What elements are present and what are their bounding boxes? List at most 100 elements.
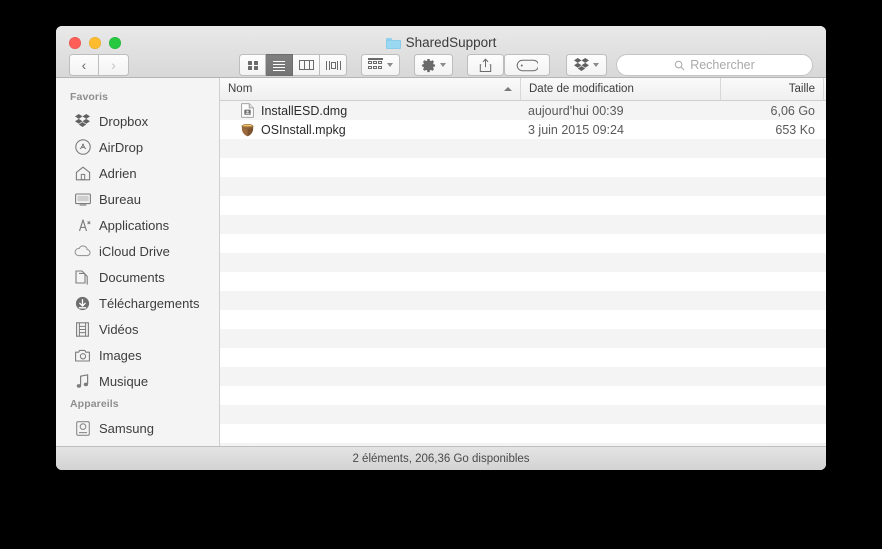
file-size-cell: 653 Ko — [775, 122, 815, 137]
gear-icon — [421, 58, 436, 72]
action-button[interactable] — [414, 54, 453, 76]
dropbox-button[interactable] — [566, 54, 607, 76]
status-bar: 2 éléments, 206,36 Go disponibles — [56, 446, 826, 470]
list-icon — [272, 60, 286, 71]
table-row — [220, 367, 826, 386]
sidebar-item-label: Images — [99, 347, 142, 363]
sidebar-item-label: Dropbox — [99, 113, 149, 129]
share-button[interactable] — [467, 54, 504, 76]
sidebar-item-icloud-drive[interactable]: iCloud Drive — [56, 238, 219, 264]
sort-ascending-icon — [504, 87, 512, 91]
search-field[interactable]: Rechercher — [616, 54, 813, 76]
forward-button[interactable]: › — [99, 54, 129, 76]
tag-icon — [516, 59, 538, 71]
sidebar: Favoris Dropbox AirDrop Adrien Bureau Ap… — [56, 78, 220, 446]
list-view-button[interactable] — [266, 54, 293, 76]
music-note-icon — [74, 373, 91, 390]
sidebar-item-dropbox[interactable]: Dropbox — [56, 108, 219, 134]
table-row[interactable]: OSInstall.mpkg 3 juin 2015 09:24 653 Ko … — [220, 120, 826, 139]
status-text: 2 éléments, 206,36 Go disponibles — [352, 452, 530, 465]
table-row — [220, 329, 826, 348]
table-row — [220, 386, 826, 405]
movie-icon — [74, 321, 91, 338]
sidebar-item-musique[interactable]: Musique — [56, 368, 219, 394]
table-row — [220, 424, 826, 443]
camera-icon — [74, 347, 91, 364]
sidebar-item-label: Téléchargements — [99, 295, 200, 311]
column-header-label: Taille — [788, 83, 815, 95]
sidebar-item-label: Bureau — [99, 191, 141, 207]
desktop-icon — [74, 191, 91, 208]
sidebar-item-airdrop[interactable]: AirDrop — [56, 134, 219, 160]
table-row — [220, 139, 826, 158]
sidebar-item-applications[interactable]: Applications — [56, 212, 219, 238]
window-title: SharedSupport — [56, 35, 826, 50]
sidebar-item-label: Adrien — [99, 165, 137, 181]
column-header-label: Date de modification — [529, 83, 634, 95]
file-size-cell: 6,06 Go — [770, 103, 815, 118]
blue-folder-icon — [385, 37, 401, 49]
view-mode-switcher — [239, 54, 347, 76]
file-name: OSInstall.mpkg — [261, 122, 346, 137]
chevron-down-icon — [387, 63, 393, 67]
finder-window: SharedSupport ‹ › Rechercher Favoris Dro… — [56, 26, 826, 470]
coverflow-view-button[interactable] — [320, 54, 347, 76]
table-row — [220, 253, 826, 272]
downloads-icon — [74, 295, 91, 312]
applications-icon — [74, 217, 91, 234]
share-icon — [479, 58, 492, 72]
disk-image-icon — [241, 103, 254, 118]
table-row — [220, 158, 826, 177]
file-date-cell: aujourd'hui 00:39 — [528, 103, 624, 118]
column-headers: Nom Date de modification Taille Typ — [220, 78, 826, 101]
package-icon — [241, 123, 254, 137]
coverflow-icon — [326, 60, 341, 71]
table-row — [220, 348, 826, 367]
icon-view-button[interactable] — [239, 54, 266, 76]
sidebar-item-documents[interactable]: Documents — [56, 264, 219, 290]
chevron-left-icon: ‹ — [81, 57, 87, 73]
column-view-button[interactable] — [293, 54, 320, 76]
table-row — [220, 405, 826, 424]
sidebar-item-samsung[interactable]: Samsung — [56, 415, 219, 441]
back-button[interactable]: ‹ — [69, 54, 99, 76]
column-header-taille[interactable]: Taille — [720, 78, 823, 100]
title-bar: SharedSupport ‹ › Rechercher — [56, 26, 826, 78]
search-placeholder: Rechercher — [690, 58, 755, 72]
sidebar-item-images[interactable]: Images — [56, 342, 219, 368]
dropbox-icon — [574, 58, 589, 71]
chevron-down-icon — [593, 63, 599, 67]
sidebar-item-label: iCloud Drive — [99, 243, 170, 259]
dropbox-icon — [74, 113, 91, 130]
file-rows: InstallESD.dmg aujourd'hui 00:39 6,06 Go… — [220, 101, 826, 446]
table-row — [220, 310, 826, 329]
arrange-button[interactable] — [361, 54, 400, 76]
sidebar-item-videos[interactable]: Vidéos — [56, 316, 219, 342]
window-title-text: SharedSupport — [405, 35, 497, 50]
column-header-type[interactable]: Typ — [823, 78, 826, 100]
sidebar-item-label: Musique — [99, 373, 149, 389]
column-header-nom[interactable]: Nom — [220, 78, 520, 100]
sidebar-item-label: Vidéos — [99, 321, 139, 337]
sidebar-item-label: AirDrop — [99, 139, 144, 155]
file-name: InstallESD.dmg — [261, 103, 348, 118]
documents-icon — [74, 269, 91, 286]
table-row — [220, 291, 826, 310]
harddrive-icon — [74, 420, 91, 437]
file-list: Nom Date de modification Taille Typ — [220, 78, 826, 446]
toolbar: ‹ › Rechercher — [56, 52, 826, 78]
sidebar-item-telechargements[interactable]: Téléchargements — [56, 290, 219, 316]
sidebar-item-label: Samsung — [99, 420, 154, 436]
file-date-cell: 3 juin 2015 09:24 — [528, 122, 624, 137]
sidebar-item-bureau[interactable]: Bureau — [56, 186, 219, 212]
sidebar-item-adrien[interactable]: Adrien — [56, 160, 219, 186]
tag-button[interactable] — [504, 54, 550, 76]
cloud-icon — [74, 243, 91, 260]
table-row[interactable]: InstallESD.dmg aujourd'hui 00:39 6,06 Go… — [220, 101, 826, 120]
column-header-label: Nom — [228, 83, 253, 95]
file-type-cell: Arc — [823, 123, 826, 137]
chevron-right-icon: › — [111, 57, 116, 73]
column-header-date[interactable]: Date de modification — [520, 78, 720, 100]
table-row — [220, 272, 826, 291]
home-icon — [74, 165, 91, 182]
